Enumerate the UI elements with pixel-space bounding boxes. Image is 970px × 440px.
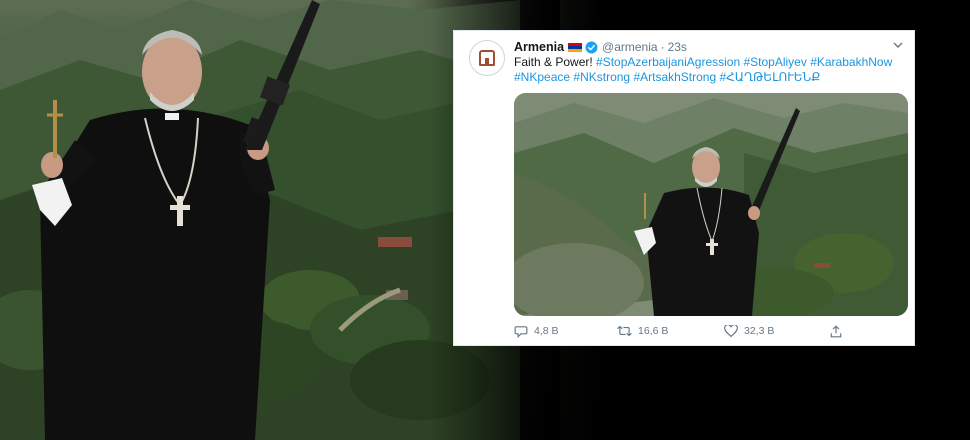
- tweet-card: Armenia @armenia · 23s Faith & Power! #S…: [453, 30, 915, 346]
- share-button[interactable]: [830, 324, 848, 338]
- share-icon: [830, 324, 842, 337]
- separator: ·: [660, 40, 665, 54]
- chevron-down-icon[interactable]: [891, 39, 905, 51]
- retweet-icon: [617, 325, 632, 337]
- hashtag[interactable]: #NKstrong: [573, 70, 630, 84]
- reply-count: 4,8 B: [534, 325, 559, 337]
- hashtag[interactable]: #StopAzerbaijaniAgression: [596, 55, 740, 69]
- avatar[interactable]: [469, 40, 505, 76]
- tweet-actions: 4,8 B 16,6 B 32,3 B: [514, 322, 904, 340]
- tweet-text-plain: Faith & Power!: [514, 55, 593, 69]
- logo-icon: [479, 50, 495, 66]
- tweet-header: Armenia @armenia · 23s: [514, 39, 687, 55]
- like-count: 32,3 B: [744, 325, 775, 337]
- hashtag[interactable]: #ՀԱՂԹԵԼՈՒԵՆՔ: [720, 70, 821, 84]
- hashtag[interactable]: #StopAliyev: [743, 55, 806, 69]
- hashtag[interactable]: #ArtsakhStrong: [633, 70, 716, 84]
- timestamp[interactable]: 23s: [668, 40, 687, 54]
- retweet-count: 16,6 B: [638, 325, 669, 337]
- reply-icon: [514, 325, 528, 338]
- like-button[interactable]: 32,3 B: [724, 325, 774, 337]
- heart-icon: [724, 325, 738, 337]
- verified-badge-icon: [585, 41, 598, 54]
- retweet-button[interactable]: 16,6 B: [617, 325, 668, 337]
- display-name[interactable]: Armenia: [514, 40, 564, 54]
- hashtag[interactable]: #KarabakhNow: [810, 55, 892, 69]
- tweet-media-photo[interactable]: [514, 93, 908, 316]
- handle[interactable]: @armenia: [602, 40, 658, 54]
- hashtag[interactable]: #NKpeace: [514, 70, 570, 84]
- reply-button[interactable]: 4,8 B: [514, 325, 559, 338]
- tweet-text: Faith & Power! #StopAzerbaijaniAgression…: [514, 55, 904, 85]
- armenia-flag-icon: [568, 42, 583, 52]
